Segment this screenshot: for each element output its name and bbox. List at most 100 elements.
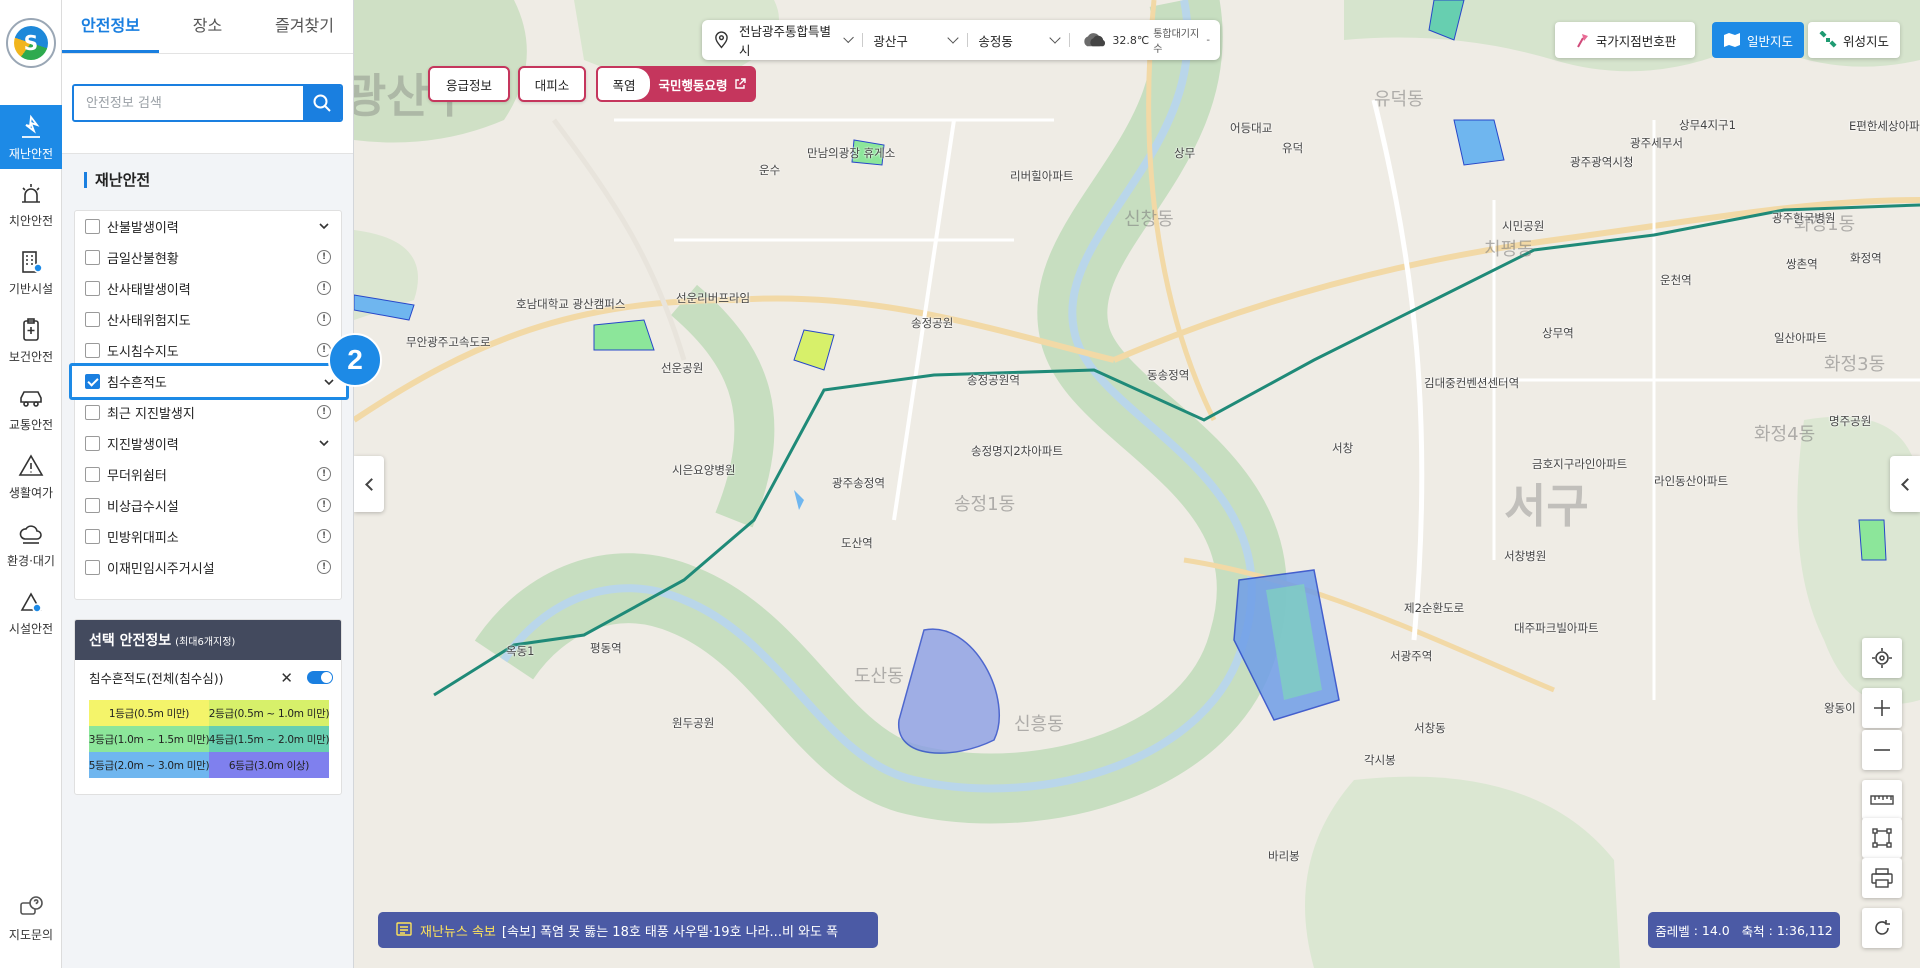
search-button[interactable]	[303, 86, 341, 120]
chevron-down-icon[interactable]	[317, 219, 331, 233]
layer-item-earthquake-history[interactable]: 지진발생이력	[75, 428, 341, 459]
layer-checkbox[interactable]	[85, 281, 100, 296]
layer-checkbox[interactable]	[85, 250, 100, 265]
legend-grade-1: 1등급(0.5m 미만)	[89, 700, 209, 726]
layer-item-landslide-history[interactable]: 산사태발생이력!	[75, 273, 341, 304]
zoom-in-button[interactable]	[1862, 688, 1902, 728]
map-label-dong: 화정3동	[1824, 354, 1886, 375]
action-guide-button[interactable]: 국민행동요령	[650, 68, 754, 100]
map-label-place: 광주한국병원	[1772, 211, 1836, 225]
crosshair-icon	[1872, 648, 1892, 668]
layer-item-emergency-water[interactable]: 비상급수시설!	[75, 490, 341, 521]
layer-visibility-toggle[interactable]	[307, 671, 333, 684]
print-button[interactable]	[1862, 858, 1902, 898]
rail-item-environment[interactable]: 환경·대기	[0, 512, 62, 576]
info-icon[interactable]: !	[317, 250, 331, 264]
weather-info: 32.8℃ 통합대기지수 -	[1070, 20, 1220, 60]
refresh-icon	[1875, 920, 1890, 935]
layer-item-flood-trace-map[interactable]: 침수흔적도	[69, 363, 349, 400]
map-label-place: 명주공원	[1829, 414, 1872, 428]
news-icon	[396, 922, 412, 936]
info-icon[interactable]: !	[317, 405, 331, 419]
rail-item-map-inquiry[interactable]: 지도문의	[0, 886, 62, 950]
refresh-button[interactable]	[1862, 908, 1902, 948]
layer-checkbox[interactable]	[85, 436, 100, 451]
layer-checkbox-checked[interactable]	[85, 374, 100, 389]
map-view[interactable]: 광산구 서구 송정1동 신흥동 도산동 치평동 화정1동 화정3동 화정4동 유…	[354, 0, 1920, 968]
expand-right-panel-button[interactable]	[1890, 456, 1920, 512]
rail-item-facility-safety[interactable]: 시설안전	[0, 580, 62, 644]
info-icon[interactable]: !	[317, 281, 331, 295]
layer-checkbox[interactable]	[85, 312, 100, 327]
cloudy-weather-icon	[1083, 33, 1105, 47]
tab-favorites[interactable]: 즐겨찾기	[256, 0, 353, 53]
rail-item-infrastructure[interactable]: 기반시설	[0, 240, 62, 304]
collapse-panel-button[interactable]	[354, 456, 384, 512]
layer-item-wildfire-history[interactable]: 산불발생이력	[75, 211, 341, 242]
legend-grade-4: 4등급(1.5m ~ 2.0m 미만)	[209, 726, 329, 752]
search-input[interactable]	[74, 86, 303, 120]
layer-item-recent-earthquake[interactable]: 최근 지진발생지!	[75, 397, 341, 428]
rail-item-daily-leisure[interactable]: 생활여가	[0, 444, 62, 508]
map-label-place: 상무4지구1	[1679, 118, 1736, 132]
layer-label: 이재민임시주거시설	[107, 562, 215, 577]
info-icon[interactable]: !	[317, 467, 331, 481]
disaster-news-ticker[interactable]: 재난뉴스 속보 [속보] 폭염 못 뚫는 18호 태풍 사우델·19호 나라..…	[378, 912, 878, 948]
legend-grade-5: 5등급(2.0m ~ 3.0m 미만)	[89, 752, 209, 778]
emergency-info-button[interactable]: 응급정보	[428, 66, 510, 102]
district-select[interactable]: 광산구	[863, 20, 967, 60]
map-label-place: 송정공원	[911, 316, 954, 330]
map-label-place: 광주세무서	[1630, 136, 1683, 150]
chevron-down-icon[interactable]	[317, 436, 331, 450]
map-label-place: 도산역	[841, 536, 873, 550]
map-label-place: 바리봉	[1268, 849, 1300, 863]
measure-distance-button[interactable]	[1862, 780, 1902, 820]
shelter-button[interactable]: 대피소	[518, 66, 586, 102]
national-point-button[interactable]: 국가지점번호판	[1555, 22, 1695, 58]
region-value: 전남광주통합특별시	[738, 24, 831, 58]
layer-item-temporary-housing[interactable]: 이재민임시주거시설!	[75, 552, 341, 583]
warning-triangle-icon	[18, 453, 44, 476]
layer-item-urban-flood-map[interactable]: 도시침수지도!	[75, 335, 341, 366]
map-label-place: 서광주역	[1390, 649, 1433, 663]
layer-checkbox[interactable]	[85, 560, 100, 575]
info-icon[interactable]: !	[317, 312, 331, 326]
map-label-place: 서창병원	[1504, 549, 1547, 563]
layer-checkbox[interactable]	[85, 405, 100, 420]
info-icon[interactable]: !	[317, 498, 331, 512]
general-map-button[interactable]: 일반지도	[1712, 22, 1804, 58]
layer-checkbox[interactable]	[85, 498, 100, 513]
layer-item-heat-shelter[interactable]: 무더위쉼터!	[75, 459, 341, 490]
layer-item-civil-defense-shelter[interactable]: 민방위대피소!	[75, 521, 341, 552]
satellite-map-button[interactable]: 위성지도	[1808, 22, 1900, 58]
legend-grade-2: 2등급(0.5m ~ 1.0m 미만)	[209, 700, 329, 726]
building-icon	[22, 250, 43, 273]
layer-checkbox[interactable]	[85, 467, 100, 482]
rail-item-traffic-safety[interactable]: 교통안전	[0, 376, 62, 440]
tab-safety-info[interactable]: 안전정보	[62, 0, 159, 53]
pin-flag-icon	[1576, 34, 1588, 48]
current-location-button[interactable]	[1862, 638, 1902, 678]
layer-item-landslide-risk-map[interactable]: 산사태위험지도!	[75, 304, 341, 335]
layer-checkbox[interactable]	[85, 343, 100, 358]
rail-item-crime-safety[interactable]: 치안안전	[0, 172, 62, 236]
zoom-out-button[interactable]	[1862, 730, 1902, 770]
heatwave-button[interactable]: 폭염	[598, 68, 650, 100]
layer-item-today-wildfire[interactable]: 금일산불현황!	[75, 242, 341, 273]
app-logo[interactable]: S	[6, 18, 56, 68]
rail-item-disaster-safety[interactable]: 재난안전	[0, 105, 62, 169]
info-icon[interactable]: !	[317, 560, 331, 574]
remove-layer-button[interactable]: ✕	[280, 669, 293, 687]
layer-label: 산사태위험지도	[107, 314, 191, 329]
measure-area-button[interactable]	[1862, 818, 1902, 858]
tab-places[interactable]: 장소	[159, 0, 256, 53]
layer-label: 지진발생이력	[107, 438, 179, 453]
rail-item-health-safety[interactable]: 보건안전	[0, 308, 62, 372]
map-label-place: 화정역	[1850, 251, 1882, 265]
layer-checkbox[interactable]	[85, 219, 100, 234]
map-label-place: 광주광역시청	[1570, 155, 1634, 169]
info-icon[interactable]: !	[317, 529, 331, 543]
region-select[interactable]: 전남광주통합특별시	[729, 20, 862, 60]
layer-checkbox[interactable]	[85, 529, 100, 544]
dong-select[interactable]: 송정동	[968, 20, 1068, 60]
